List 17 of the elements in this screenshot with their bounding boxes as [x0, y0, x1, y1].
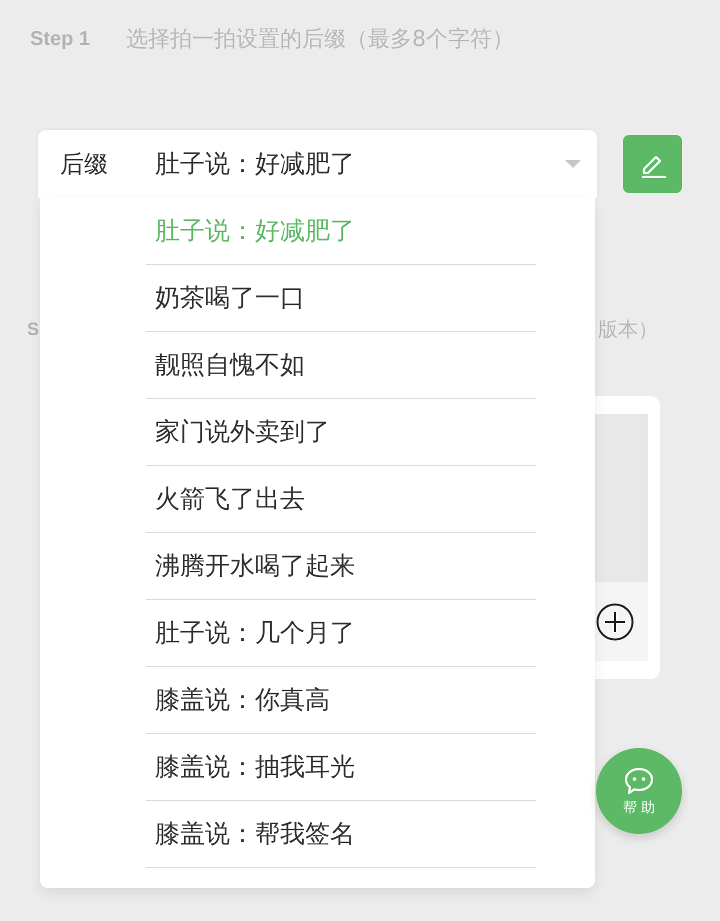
select-value: 肚子说：好减肥了: [155, 148, 356, 180]
dropdown-option[interactable]: 火箭飞了出去: [146, 466, 536, 533]
dropdown-option[interactable]: 家门说外卖到了: [146, 399, 536, 466]
chat-icon: [624, 767, 654, 795]
dropdown-option[interactable]: 膝盖说：抽我耳光: [146, 734, 536, 801]
dropdown-option[interactable]: 沸腾开水喝了起来: [146, 533, 536, 600]
add-icon[interactable]: [596, 602, 634, 640]
dropdown-option[interactable]: 奶茶喝了一口: [146, 265, 536, 332]
select-label: 后缀: [60, 149, 109, 180]
dropdown-option[interactable]: 膝盖说：你真高: [146, 667, 536, 734]
dropdown-option[interactable]: 肚子说：几个月了: [146, 600, 536, 667]
step-label: Step 1: [30, 27, 90, 52]
dropdown-option[interactable]: 膝盖说：帮我签名: [146, 801, 536, 868]
caret-icon: [565, 160, 581, 168]
dropdown-option[interactable]: 靓照自愧不如: [146, 332, 536, 399]
suffix-select[interactable]: 后缀 肚子说：好减肥了: [38, 130, 597, 198]
step-label: S: [27, 318, 40, 340]
